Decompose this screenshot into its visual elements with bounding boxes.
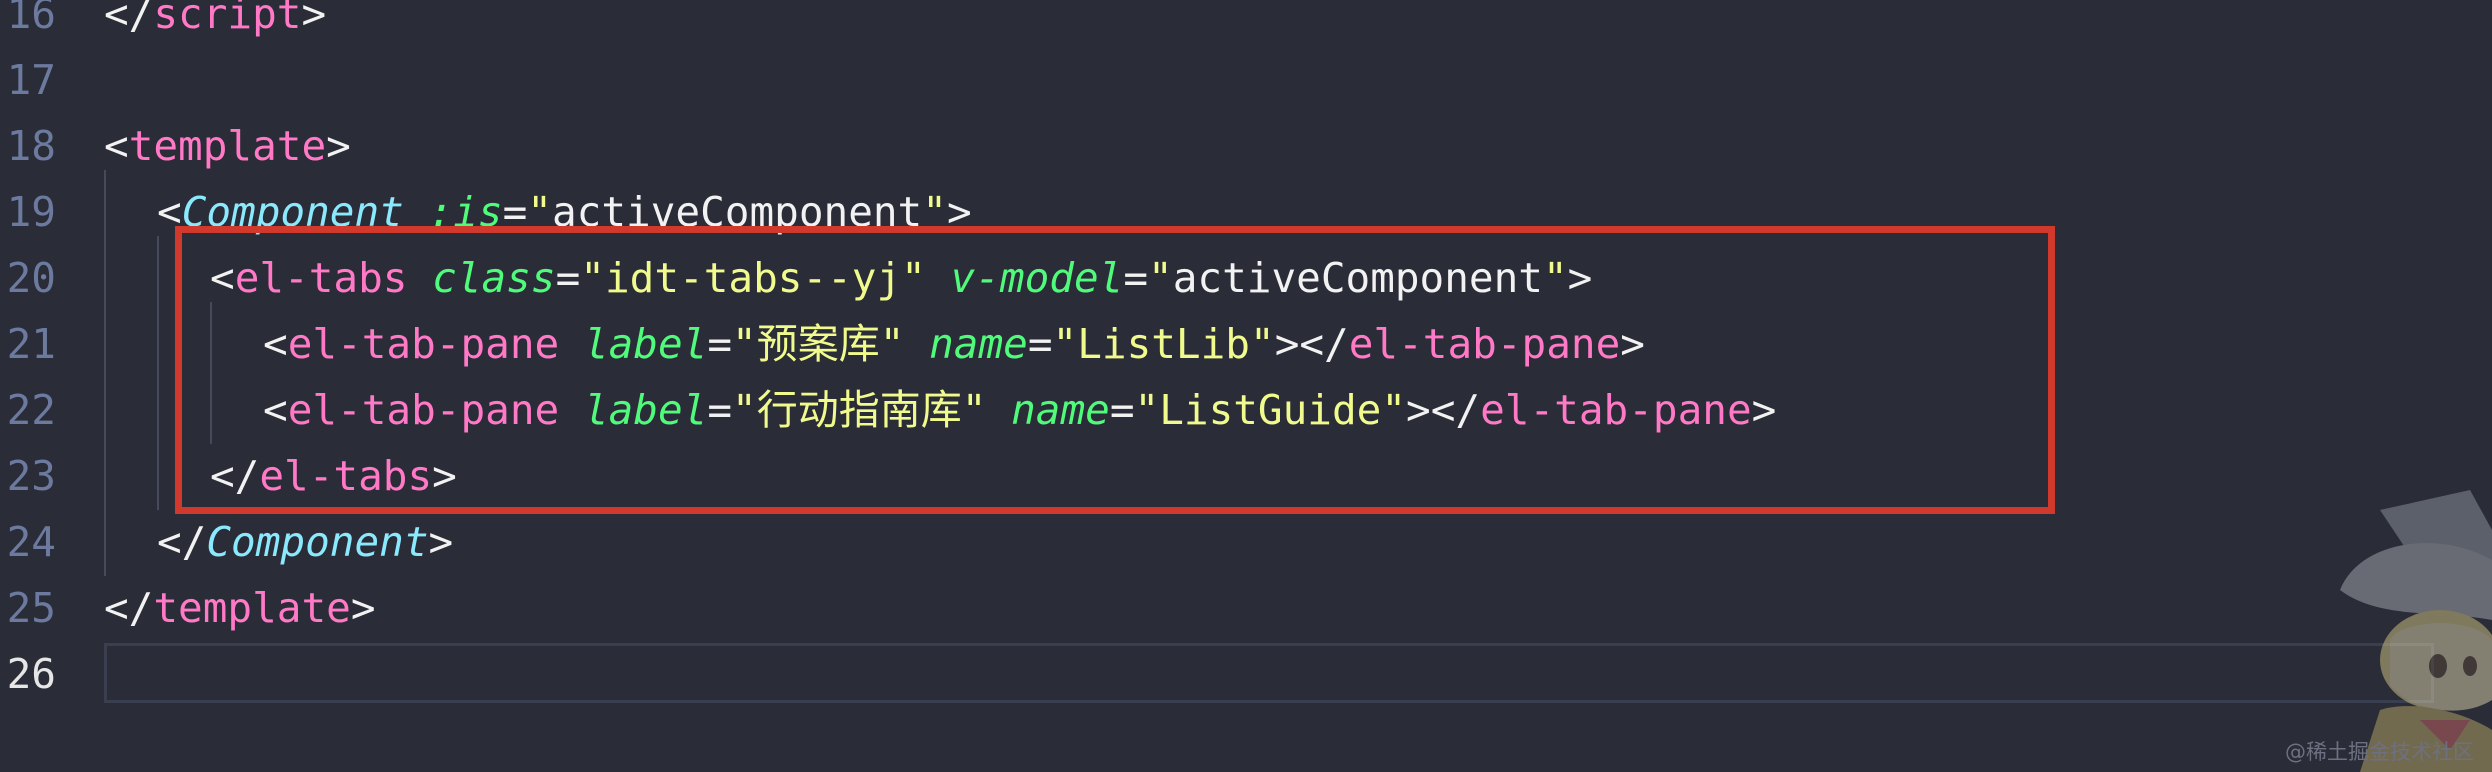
code-token-tag: script <box>153 0 302 38</box>
line-number: 18 <box>6 122 56 170</box>
code-token-punct: < <box>104 122 129 170</box>
code-token-punct: </ <box>104 584 154 632</box>
line-number: 24 <box>6 518 56 566</box>
code-token-punct: > <box>326 122 351 170</box>
line-number: 16 <box>6 0 56 38</box>
code-token-punct: </ <box>104 0 154 38</box>
annotation-highlight-box <box>175 226 2055 514</box>
code-token-punct: </ <box>157 518 207 566</box>
code-line[interactable]: 17 <box>0 47 2492 113</box>
code-text: <template> <box>104 113 351 179</box>
code-token-punct: > <box>350 584 376 632</box>
code-text: </template> <box>104 575 376 641</box>
code-token-comp: Component <box>206 518 429 566</box>
line-number: 23 <box>6 452 56 500</box>
code-token-tag: template <box>153 584 351 632</box>
code-token-tag: template <box>128 122 327 170</box>
line-number: 21 <box>6 320 56 368</box>
code-line[interactable]: 18 <template> <box>0 113 2492 179</box>
code-line[interactable]: 25 </template> <box>0 575 2492 641</box>
line-number: 20 <box>6 254 56 302</box>
code-text: </Component> <box>157 509 453 575</box>
code-line[interactable]: 24 </Component> <box>0 509 2492 575</box>
line-number: 17 <box>6 56 56 104</box>
code-line[interactable]: 16 </script> <box>0 0 2492 47</box>
line-number: 19 <box>6 188 56 236</box>
watermark-text: @稀土掘金技术社区 <box>2285 740 2474 764</box>
code-text: </script> <box>104 0 326 47</box>
line-number: 25 <box>6 584 56 632</box>
code-token-punct: > <box>301 0 327 38</box>
code-token-punct: > <box>428 518 454 566</box>
line-number: 22 <box>6 386 56 434</box>
code-line[interactable]: 26 <box>0 641 2492 707</box>
witch-mascot-icon <box>2340 490 2492 772</box>
code-editor[interactable]: 16 </script> 17 18 <template> 19 <Component :i… <box>0 0 2492 772</box>
line-number: 26 <box>6 650 56 698</box>
